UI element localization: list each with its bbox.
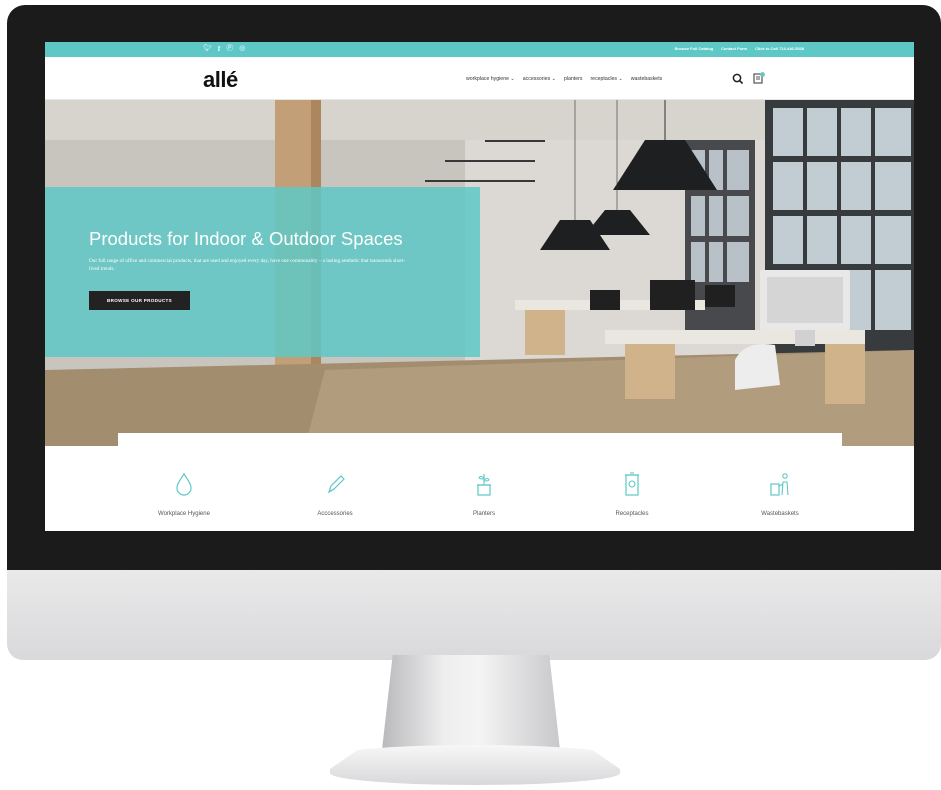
- browse-products-button[interactable]: BROWSE OUR PRODUCTS: [89, 291, 190, 310]
- nav-item-planters[interactable]: planters: [564, 76, 582, 83]
- category-accessories[interactable]: Acccessories: [275, 433, 395, 531]
- hero-title: Products for Indoor & Outdoor Spaces: [89, 228, 403, 249]
- nav-item-label: accessories: [522, 76, 551, 82]
- main-navigation: allé workplace hygiene ⌄ accessories ⌄ p…: [45, 57, 914, 100]
- monitor-foot: [330, 745, 620, 785]
- site-logo[interactable]: allé: [203, 67, 238, 93]
- category-label: Workplace Hygiene: [158, 511, 210, 517]
- catalog-icon[interactable]: [752, 71, 766, 85]
- search-icon[interactable]: [731, 72, 745, 86]
- nav-item-wastebaskets[interactable]: wastebaskets: [631, 76, 662, 83]
- nav-item-label: workplace hygiene: [466, 76, 509, 82]
- top-bar: 🐦︎ f Ⓟ ◎ Browse Full Catalog Contact For…: [45, 42, 914, 57]
- nav-item-label: receptacles: [590, 76, 617, 82]
- chevron-down-icon: ⌄: [618, 76, 623, 82]
- hero-description: Our full range of office and commercial …: [89, 258, 406, 272]
- category-label: Acccessories: [317, 511, 353, 517]
- top-links: Browse Full Catalog Contact Form Click t…: [675, 45, 804, 53]
- receptacle-icon: [625, 472, 639, 496]
- monitor-stand: [382, 655, 560, 750]
- pinterest-icon[interactable]: Ⓟ: [226, 44, 233, 54]
- call-link[interactable]: Click to Call 714-446-5538: [755, 45, 804, 53]
- category-label: Wastebaskets: [761, 511, 799, 517]
- website-screen: 🐦︎ f Ⓟ ◎ Browse Full Catalog Contact For…: [45, 42, 914, 531]
- nav-item-accessories[interactable]: accessories ⌄: [523, 76, 556, 83]
- social-links: 🐦︎ f Ⓟ ◎: [203, 44, 245, 54]
- nav-item-receptacles[interactable]: receptacles ⌄: [590, 76, 622, 83]
- planter-icon: [477, 474, 491, 496]
- category-wastebaskets[interactable]: Wastebaskets: [720, 433, 840, 531]
- category-workplace-hygiene[interactable]: Workplace Hygiene: [124, 433, 244, 531]
- chevron-down-icon: ⌄: [551, 76, 556, 82]
- droplet-icon: [176, 472, 192, 496]
- category-receptacles[interactable]: Receptacles: [572, 433, 692, 531]
- wastebasket-icon: [770, 473, 789, 496]
- browse-catalog-link[interactable]: Browse Full Catalog: [675, 45, 713, 53]
- facebook-icon[interactable]: f: [218, 44, 220, 54]
- pen-icon: [327, 475, 345, 494]
- chevron-down-icon: ⌄: [510, 76, 515, 82]
- nav-item-workplace-hygiene[interactable]: workplace hygiene ⌄: [466, 76, 515, 83]
- nav-item-label: planters: [563, 76, 583, 82]
- twitter-icon[interactable]: 🐦︎: [203, 44, 212, 54]
- category-planters[interactable]: Planters: [424, 433, 544, 531]
- nav-menu: workplace hygiene ⌄ accessories ⌄ plante…: [466, 76, 662, 83]
- hero-banner: Products for Indoor & Outdoor Spaces Our…: [45, 100, 914, 446]
- category-strip: Workplace Hygiene Acccessories Planters: [118, 433, 842, 531]
- category-label: Receptacles: [615, 511, 649, 517]
- category-label: Planters: [472, 511, 495, 517]
- monitor-chin: [7, 570, 941, 660]
- instagram-icon[interactable]: ◎: [239, 44, 245, 54]
- hero-panel: Products for Indoor & Outdoor Spaces Our…: [45, 187, 480, 357]
- contact-form-link[interactable]: Contact Form: [721, 45, 747, 53]
- nav-item-label: wastebaskets: [630, 76, 663, 82]
